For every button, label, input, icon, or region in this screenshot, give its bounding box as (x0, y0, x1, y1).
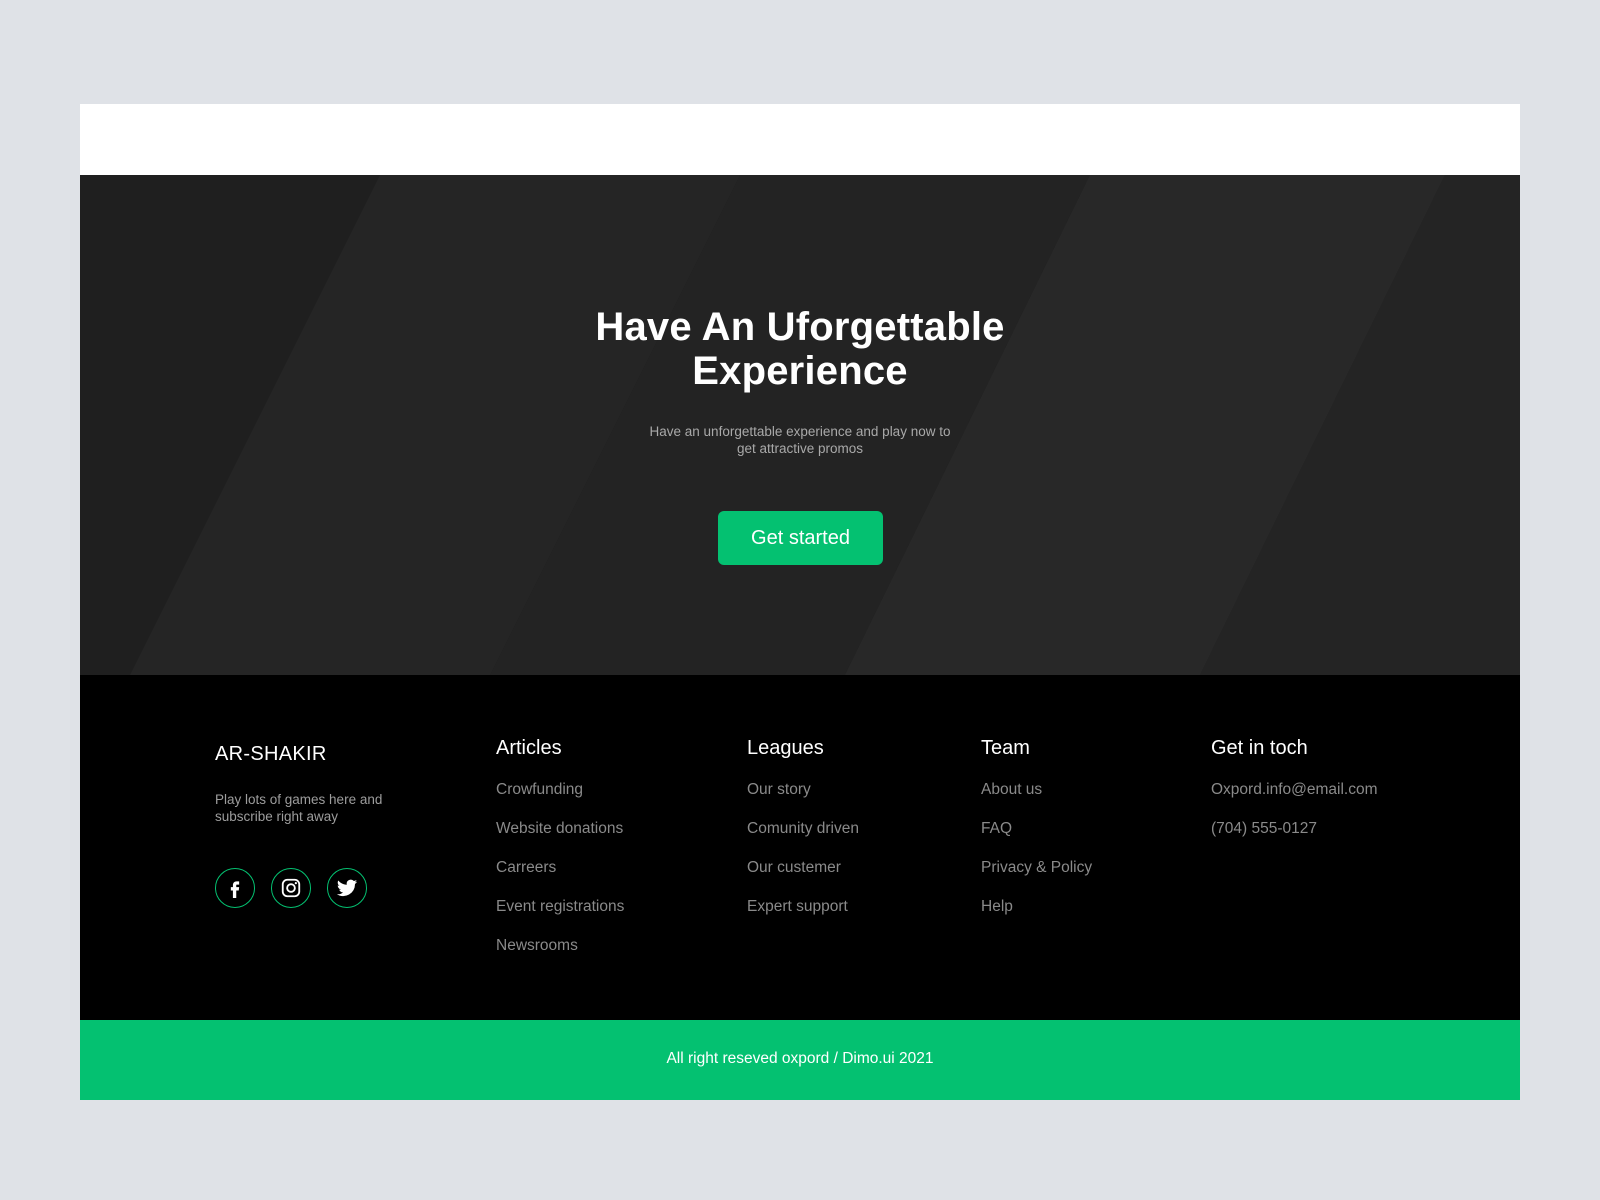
twitter-icon (336, 879, 358, 897)
column-title: Articles (496, 737, 562, 759)
footer-link[interactable]: Website donations (496, 819, 624, 838)
footer-column-contact: Get in toch Oxpord.info@email.com (704) … (1211, 736, 1378, 858)
instagram-link[interactable] (271, 868, 311, 908)
page-card: Have An Uforgettable Experience Have an … (80, 104, 1520, 1100)
footer-link[interactable]: FAQ (981, 819, 1092, 838)
hero-section: Have An Uforgettable Experience Have an … (80, 175, 1520, 675)
footer-link[interactable]: About us (981, 780, 1092, 799)
footer-link[interactable]: Event registrations (496, 897, 624, 916)
footer-link[interactable]: Carreers (496, 858, 624, 877)
brand-description: Play lots of games here and subscribe ri… (215, 791, 415, 825)
copyright-bar: All right reseved oxpord / Dimo.ui 2021 (80, 1020, 1520, 1100)
footer-link[interactable]: Help (981, 897, 1092, 916)
footer-column-articles: Articles Crowfunding Website donations C… (496, 736, 624, 975)
hero-title-line-1: Have An Uforgettable (595, 305, 1005, 349)
footer-link[interactable]: Privacy & Policy (981, 858, 1092, 877)
social-links (215, 868, 367, 908)
copyright-text: All right reseved oxpord / Dimo.ui 2021 (666, 1050, 934, 1067)
column-title: Get in toch (1211, 737, 1308, 759)
footer-link[interactable]: Newsrooms (496, 936, 624, 955)
hero-subtitle-line-2: get attractive promos (736, 441, 864, 456)
brand-desc-line-2: subscribe right away (215, 809, 339, 824)
column-title: Leagues (747, 737, 824, 759)
hero-subtitle-line-1: Have an unforgettable experience and pla… (649, 424, 951, 439)
hero-subtitle: Have an unforgettable experience and pla… (620, 423, 980, 457)
contact-email[interactable]: Oxpord.info@email.com (1211, 780, 1378, 799)
get-started-button[interactable]: Get started (718, 511, 883, 565)
instagram-icon (281, 878, 301, 898)
footer-link[interactable]: Comunity driven (747, 819, 859, 838)
brand-desc-line-1: Play lots of games here and (215, 792, 383, 807)
hero-title-line-2: Experience (692, 349, 908, 393)
column-title: Team (981, 737, 1030, 759)
site-footer: AR-SHAKIR Play lots of games here and su… (80, 675, 1520, 1020)
footer-column-team: Team About us FAQ Privacy & Policy Help (981, 736, 1092, 936)
facebook-link[interactable] (215, 868, 255, 908)
footer-link[interactable]: Crowfunding (496, 780, 624, 799)
hero-title: Have An Uforgettable Experience (500, 305, 1100, 393)
brand-logo[interactable]: AR-SHAKIR (215, 743, 327, 766)
footer-link[interactable]: Our custemer (747, 858, 859, 877)
contact-phone[interactable]: (704) 555-0127 (1211, 819, 1378, 838)
footer-link[interactable]: Expert support (747, 897, 859, 916)
footer-link[interactable]: Our story (747, 780, 859, 799)
facebook-icon (230, 881, 240, 898)
top-bar (80, 104, 1520, 175)
twitter-link[interactable] (327, 868, 367, 908)
footer-column-leagues: Leagues Our story Comunity driven Our cu… (747, 736, 859, 936)
